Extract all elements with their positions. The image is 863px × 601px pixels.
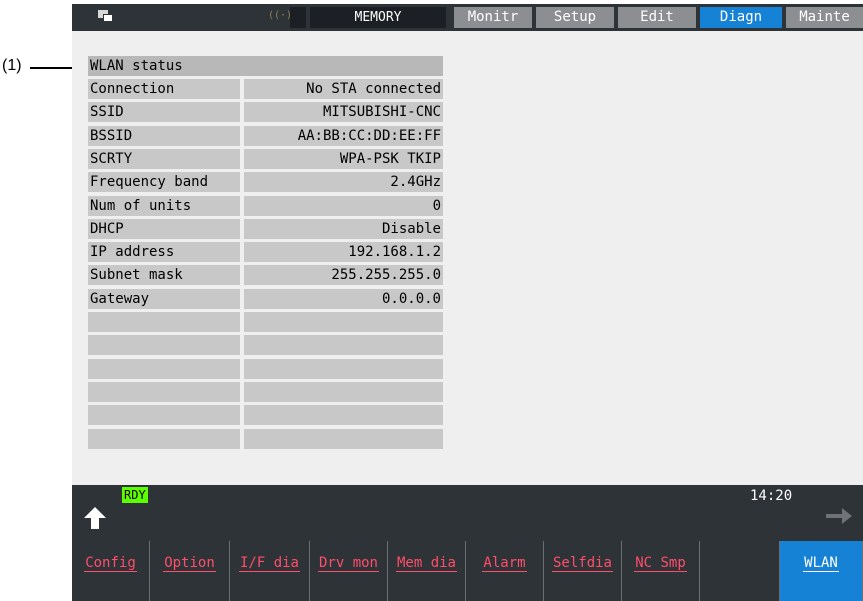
row-value: 255.255.255.0 <box>244 265 443 286</box>
menu-item-label: I/F dia <box>238 555 300 572</box>
row-value: Disable <box>244 218 443 239</box>
table-row: Subnet mask 255.255.255.0 <box>88 265 443 286</box>
row-value: AA:BB:CC:DD:EE:FF <box>244 125 443 146</box>
table-row <box>88 428 443 449</box>
menu-item[interactable]: Selfdia <box>544 541 622 601</box>
menu-item-label: WLAN <box>803 555 839 572</box>
row-value <box>244 428 443 449</box>
row-value <box>244 358 443 379</box>
bottom-panel: RDY 14:20 Config Option I/F dia Drv mon Mem … <box>72 485 863 601</box>
menu-item[interactable] <box>700 541 780 601</box>
table-row: BSSID AA:BB:CC:DD:EE:FF <box>88 125 443 146</box>
menu-item-label: Alarm <box>482 555 527 572</box>
row-label: Connection <box>88 79 240 99</box>
row-label: Subnet mask <box>88 265 240 286</box>
table-row: SSID MITSUBISHI-CNC <box>88 102 443 123</box>
row-label: SCRTY <box>88 148 240 169</box>
row-label: IP address <box>88 242 240 263</box>
menu-item-label: Drv mon <box>317 555 379 572</box>
mode-indicator-left <box>290 7 306 28</box>
menu-item[interactable]: Drv mon <box>310 541 388 601</box>
row-label: Gateway <box>88 288 240 309</box>
menu-item-label: NC Smp <box>634 555 687 572</box>
function-menu-bar: Config Option I/F dia Drv mon Mem dia Alarm Se… <box>72 541 863 601</box>
table-row <box>88 312 443 332</box>
table-row <box>88 358 443 379</box>
window-switch-icon[interactable] <box>98 10 113 22</box>
row-value <box>244 381 443 402</box>
menu-item-label-wrap: Drv mon <box>310 555 387 572</box>
table-row: IP address 192.168.1.2 <box>88 242 443 263</box>
menu-item[interactable]: Option <box>150 541 230 601</box>
top-bar: ((·)) MEMORY Monitr Setup Edit Diagn Mai… <box>72 4 863 31</box>
table-row: SCRTY WPA-PSK TKIP <box>88 148 443 169</box>
table-row: Frequency band 2.4GHz <box>88 172 443 193</box>
tab-monitor[interactable]: Monitr <box>454 7 532 28</box>
row-label <box>88 335 240 356</box>
row-value: 192.168.1.2 <box>244 242 443 263</box>
menu-item-label-wrap: NC Smp <box>622 555 699 572</box>
row-label <box>88 428 240 449</box>
menu-item-label: Selfdia <box>551 555 613 572</box>
tab-edit[interactable]: Edit <box>618 7 696 28</box>
clock: 14:20 <box>750 488 793 504</box>
menu-item[interactable]: I/F dia <box>230 541 310 601</box>
row-label: DHCP <box>88 218 240 239</box>
menu-item-label-wrap: Alarm <box>466 555 543 572</box>
row-value: WPA-PSK TKIP <box>244 148 443 169</box>
tab-maintenance[interactable]: Mainte <box>786 7 863 28</box>
cnc-screen: ((·)) MEMORY Monitr Setup Edit Diagn Mai… <box>72 4 863 601</box>
menu-item-label-wrap: WLAN <box>780 555 862 572</box>
menu-item-label: Mem dia <box>395 555 457 572</box>
table-row: DHCP Disable <box>88 218 443 239</box>
row-label <box>88 405 240 426</box>
menu-item[interactable]: NC Smp <box>622 541 700 601</box>
tab-diagnosis[interactable]: Diagn <box>700 7 782 28</box>
menu-item[interactable]: Mem dia <box>388 541 466 601</box>
row-label: Num of units <box>88 195 240 216</box>
row-label: BSSID <box>88 125 240 146</box>
menu-next-arrow-icon[interactable] <box>824 505 854 527</box>
row-value: No STA connected <box>244 79 443 99</box>
menu-item[interactable]: Config <box>72 541 150 601</box>
menu-item[interactable]: WLAN <box>780 541 863 601</box>
wlan-status-title: WLAN status <box>88 56 443 76</box>
callout-label: (1) <box>2 57 22 74</box>
row-label <box>88 358 240 379</box>
table-row: Gateway 0.0.0.0 <box>88 288 443 309</box>
menu-item-label-wrap: Config <box>72 555 149 572</box>
row-value: 2.4GHz <box>244 172 443 193</box>
row-value <box>244 312 443 332</box>
row-value: MITSUBISHI-CNC <box>244 102 443 123</box>
row-value: 0 <box>244 195 443 216</box>
tab-setup[interactable]: Setup <box>536 7 614 28</box>
menu-item-label: Option <box>163 555 216 572</box>
row-label <box>88 381 240 402</box>
row-value <box>244 405 443 426</box>
menu-item[interactable]: Alarm <box>466 541 544 601</box>
row-label: Frequency band <box>88 172 240 193</box>
row-value: 0.0.0.0 <box>244 288 443 309</box>
ready-indicator: RDY <box>122 487 148 503</box>
menu-up-arrow-icon[interactable] <box>82 505 108 531</box>
table-row <box>88 381 443 402</box>
row-value <box>244 335 443 356</box>
table-row <box>88 405 443 426</box>
table-row: Num of units 0 <box>88 195 443 216</box>
menu-item-label-wrap: Option <box>150 555 229 572</box>
operation-mode: MEMORY <box>310 7 446 28</box>
menu-item-label-wrap: Mem dia <box>388 555 465 572</box>
table-row <box>88 335 443 356</box>
table-row: Connection No STA connected <box>88 79 443 99</box>
menu-item-label: Config <box>84 555 137 572</box>
row-label: SSID <box>88 102 240 123</box>
row-label <box>88 312 240 332</box>
menu-item-label-wrap: I/F dia <box>230 555 309 572</box>
menu-item-label-wrap: Selfdia <box>544 555 621 572</box>
